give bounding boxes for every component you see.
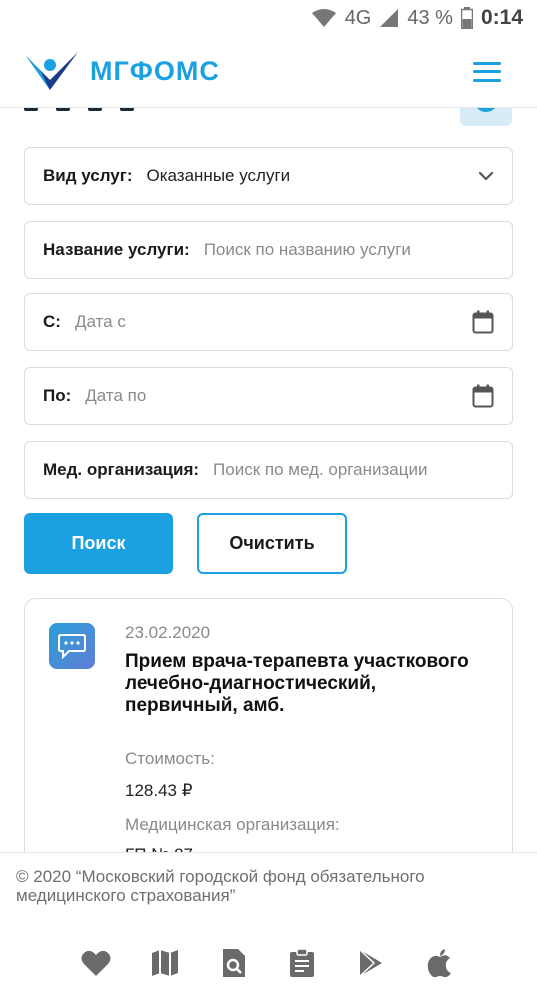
signal-icon: [379, 8, 399, 28]
copyright-text: © 2020 “Московский городской фонд обязат…: [16, 867, 425, 905]
wifi-icon: [311, 8, 337, 28]
calendar-icon[interactable]: [472, 310, 494, 334]
logo-text: МГФОМС: [90, 56, 220, 86]
status-bar: 4G 43 % 0:14: [0, 0, 537, 36]
service-name-input[interactable]: [203, 240, 494, 260]
service-name-field: Название услуги:: [24, 221, 513, 279]
hamburger-icon[interactable]: [473, 61, 501, 82]
footer-icon-bar: [78, 945, 458, 981]
date-from-input[interactable]: [74, 312, 472, 332]
google-play-icon[interactable]: [353, 945, 389, 981]
med-org-field: Мед. организация:: [24, 441, 513, 499]
app-header: МГФОМС: [0, 36, 537, 108]
logo-icon: [26, 51, 78, 90]
document-search-icon[interactable]: [216, 945, 252, 981]
clear-button[interactable]: Очистить: [197, 513, 347, 574]
service-date: 23.02.2020: [125, 623, 211, 642]
org-label: Медицинская организация:: [125, 815, 340, 834]
cost-value: 128.43 ₽: [125, 781, 193, 800]
footer: © 2020 “Московский городской фонд обязат…: [0, 852, 537, 1000]
date-to-input[interactable]: [85, 386, 472, 406]
clipboard-icon[interactable]: [284, 945, 320, 981]
map-icon[interactable]: [147, 945, 183, 981]
med-org-label: Мед. организация:: [43, 460, 200, 479]
date-to-label: По:: [43, 386, 72, 405]
service-type-label: Вид услуг:: [43, 166, 133, 185]
logo[interactable]: МГФОМС: [24, 50, 220, 94]
cost-label: Стоимость:: [125, 749, 215, 768]
chat-bubble-icon: [49, 623, 95, 669]
battery-percent: 43 %: [407, 6, 453, 29]
heart-icon[interactable]: [78, 945, 114, 981]
clock: 0:14: [480, 6, 523, 29]
date-to-field: По:: [24, 367, 513, 425]
network-type: 4G: [344, 6, 372, 29]
service-type-value: Оказанные услуги: [146, 166, 291, 185]
date-from-label: С:: [43, 312, 61, 331]
chevron-down-icon: [478, 171, 494, 181]
battery-icon: [460, 7, 473, 29]
service-name-label: Название услуги:: [43, 240, 190, 259]
apple-icon[interactable]: [422, 945, 458, 981]
service-type-select[interactable]: Вид услуг: Оказанные услуги: [24, 147, 513, 205]
search-button[interactable]: Поиск: [24, 513, 173, 574]
service-title: Прием врача-терапевта участкового лечебн…: [125, 651, 469, 716]
calendar-icon[interactable]: [472, 384, 494, 408]
date-from-field: С:: [24, 293, 513, 351]
med-org-input[interactable]: [213, 460, 494, 480]
